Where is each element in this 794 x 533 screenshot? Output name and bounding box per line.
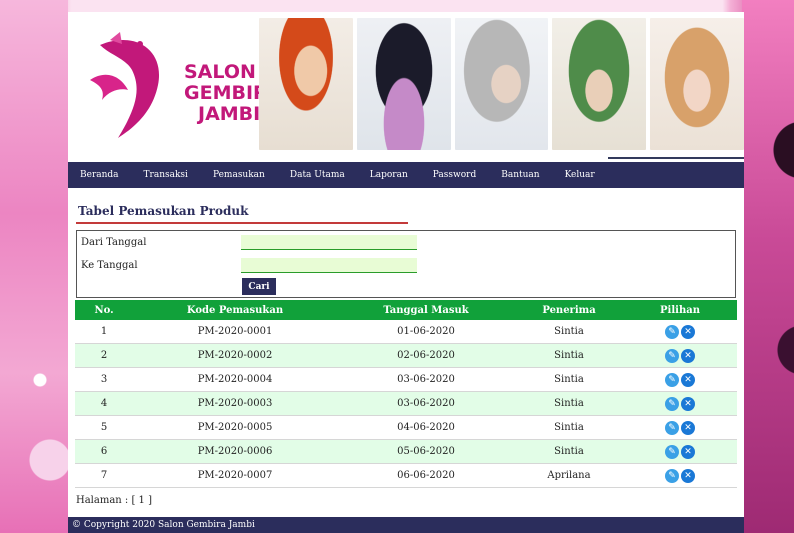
cell-no: 2 [75, 343, 133, 368]
edit-icon[interactable]: ✎ [665, 444, 679, 459]
search-button[interactable]: Cari [242, 278, 276, 295]
cell-tanggal: 03-06-2020 [337, 391, 515, 416]
banner-photo-5 [650, 18, 744, 150]
nav-item-laporan[interactable]: Laporan [370, 170, 408, 180]
col-header-no: No. [75, 300, 133, 320]
nav-item-transaksi[interactable]: Transaksi [144, 170, 188, 180]
banner-photo-3 [454, 18, 549, 150]
cell-tanggal: 06-06-2020 [337, 463, 515, 488]
cell-penerima: Sintia [515, 415, 623, 440]
table-row: 7 PM-2020-0007 06-06-2020 Aprilana ✎ ✕ [75, 463, 737, 488]
nav-item-pemasukan[interactable]: Pemasukan [213, 170, 265, 180]
nav-item-bantuan[interactable]: Bantuan [501, 170, 539, 180]
page-container: SALON GEMBIRA JAMBI Beranda Transaksi Pe… [68, 12, 744, 533]
pagination-text: Halaman : [ 1 ] [76, 495, 152, 506]
table-row: 3 PM-2020-0004 03-06-2020 Sintia ✎ ✕ [75, 367, 737, 392]
cell-penerima: Sintia [515, 367, 623, 392]
close-icon[interactable]: ✕ [681, 444, 695, 459]
search-form: Dari Tanggal Ke Tanggal Cari [76, 230, 736, 298]
edit-icon[interactable]: ✎ [665, 420, 679, 435]
cell-actions: ✎ ✕ [623, 463, 737, 488]
header-divider [608, 157, 744, 159]
banner-photo-1 [259, 18, 353, 150]
cell-actions: ✎ ✕ [623, 367, 737, 392]
banner-photos [259, 18, 744, 150]
from-date-input[interactable] [241, 235, 417, 250]
edit-icon[interactable]: ✎ [665, 348, 679, 363]
cell-no: 6 [75, 439, 133, 464]
pemasukan-table: No. Kode Pemasukan Tanggal Masuk Penerim… [75, 300, 737, 488]
close-icon[interactable]: ✕ [681, 372, 695, 387]
cell-kode: PM-2020-0006 [133, 439, 337, 464]
to-date-label: Ke Tanggal [81, 260, 138, 271]
cell-kode: PM-2020-0005 [133, 415, 337, 440]
nav-item-data-utama[interactable]: Data Utama [290, 170, 345, 180]
cell-penerima: Sintia [515, 391, 623, 416]
cell-penerima: Sintia [515, 320, 623, 344]
table-row: 2 PM-2020-0002 02-06-2020 Sintia ✎ ✕ [75, 343, 737, 368]
cell-tanggal: 02-06-2020 [337, 343, 515, 368]
cell-kode: PM-2020-0004 [133, 367, 337, 392]
logo: SALON GEMBIRA JAMBI [76, 24, 282, 149]
title-underline [76, 222, 408, 224]
nav-item-beranda[interactable]: Beranda [80, 170, 119, 180]
to-date-input[interactable] [241, 258, 417, 273]
cell-penerima: Aprilana [515, 463, 623, 488]
cell-no: 1 [75, 320, 133, 344]
banner-photo-4 [552, 18, 647, 150]
edit-icon[interactable]: ✎ [665, 396, 679, 411]
cell-kode: PM-2020-0003 [133, 391, 337, 416]
close-icon[interactable]: ✕ [681, 396, 695, 411]
close-icon[interactable]: ✕ [681, 420, 695, 435]
close-icon[interactable]: ✕ [681, 324, 695, 339]
cell-penerima: Sintia [515, 343, 623, 368]
close-icon[interactable]: ✕ [681, 468, 695, 483]
nav-item-password[interactable]: Password [433, 170, 476, 180]
nav-item-keluar[interactable]: Keluar [565, 170, 595, 180]
cell-actions: ✎ ✕ [623, 343, 737, 368]
col-header-kode: Kode Pemasukan [133, 300, 337, 320]
edit-icon[interactable]: ✎ [665, 324, 679, 339]
cell-actions: ✎ ✕ [623, 415, 737, 440]
cell-actions: ✎ ✕ [623, 391, 737, 416]
cell-no: 3 [75, 367, 133, 392]
close-icon[interactable]: ✕ [681, 348, 695, 363]
table-row: 1 PM-2020-0001 01-06-2020 Sintia ✎ ✕ [75, 320, 737, 344]
cell-no: 4 [75, 391, 133, 416]
edit-icon[interactable]: ✎ [665, 468, 679, 483]
table-row: 6 PM-2020-0006 05-06-2020 Sintia ✎ ✕ [75, 439, 737, 464]
cell-kode: PM-2020-0007 [133, 463, 337, 488]
cell-no: 7 [75, 463, 133, 488]
from-date-label: Dari Tanggal [81, 237, 147, 248]
background-left-decoration [0, 0, 68, 533]
cell-kode: PM-2020-0001 [133, 320, 337, 344]
col-header-tanggal: Tanggal Masuk [337, 300, 515, 320]
cell-tanggal: 05-06-2020 [337, 439, 515, 464]
cell-actions: ✎ ✕ [623, 320, 737, 344]
footer: © Copyright 2020 Salon Gembira Jambi [68, 517, 744, 533]
cell-actions: ✎ ✕ [623, 439, 737, 464]
cell-tanggal: 03-06-2020 [337, 367, 515, 392]
col-header-penerima: Penerima [515, 300, 623, 320]
banner-photo-2 [356, 18, 451, 150]
col-header-pilihan: Pilihan [623, 300, 737, 320]
edit-icon[interactable]: ✎ [665, 372, 679, 387]
cell-tanggal: 01-06-2020 [337, 320, 515, 344]
cell-no: 5 [75, 415, 133, 440]
salon-logo-icon [90, 32, 160, 138]
table-row: 4 PM-2020-0003 03-06-2020 Sintia ✎ ✕ [75, 391, 737, 416]
page-title: Tabel Pemasukan Produk [78, 204, 249, 218]
header-banner: SALON GEMBIRA JAMBI [68, 12, 744, 159]
cell-kode: PM-2020-0002 [133, 343, 337, 368]
table-row: 5 PM-2020-0005 04-06-2020 Sintia ✎ ✕ [75, 415, 737, 440]
main-navbar: Beranda Transaksi Pemasukan Data Utama L… [68, 162, 744, 188]
cell-penerima: Sintia [515, 439, 623, 464]
cell-tanggal: 04-06-2020 [337, 415, 515, 440]
table-header-row: No. Kode Pemasukan Tanggal Masuk Penerim… [75, 300, 737, 320]
background-right-decoration [742, 0, 794, 533]
